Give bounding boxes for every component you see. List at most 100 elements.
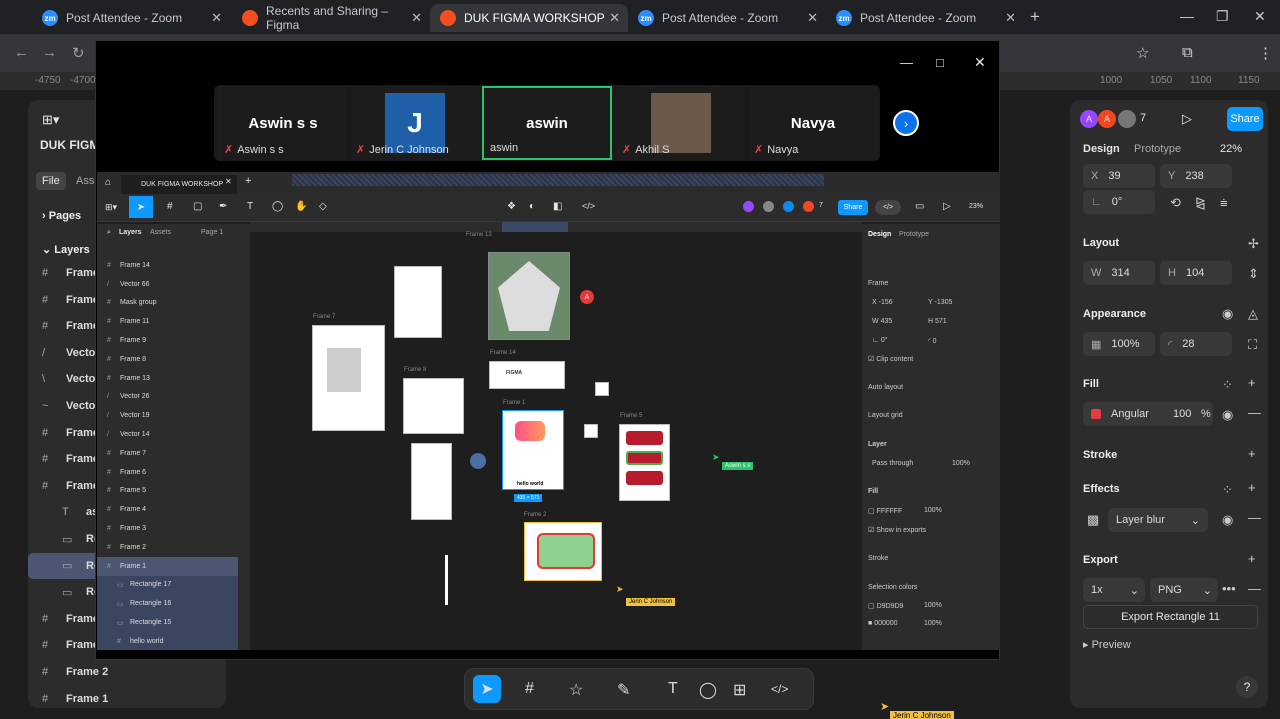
- layer-item[interactable]: # Frame 9: [97, 331, 238, 350]
- x-field[interactable]: X 39: [1083, 164, 1155, 188]
- frame-line[interactable]: [445, 555, 448, 605]
- share-button[interactable]: Share: [838, 200, 868, 215]
- boolean-icon[interactable]: ◧: [553, 201, 562, 212]
- bookmark-icon[interactable]: ☆: [1136, 44, 1149, 62]
- reload-icon[interactable]: ↻: [72, 44, 85, 62]
- fill-field[interactable]: Angular 100%: [1083, 402, 1213, 426]
- tab-file[interactable]: File: [36, 172, 66, 190]
- remove-export-icon[interactable]: —: [1248, 581, 1261, 596]
- add-effect-icon[interactable]: +: [1248, 480, 1256, 495]
- frame-tool-icon[interactable]: #: [167, 201, 173, 212]
- layers-header[interactable]: ⌄ Layers: [42, 243, 90, 256]
- constrain-proportions-icon[interactable]: ⇕: [1248, 266, 1259, 282]
- layer-opacity[interactable]: 100%: [952, 460, 970, 467]
- zoom-level[interactable]: 22%: [1220, 143, 1242, 155]
- participant-tile[interactable]: ✗ Akhil S: [616, 86, 746, 160]
- pen-tool-icon[interactable]: ✒: [219, 201, 227, 212]
- layer-item[interactable]: # Frame 8: [97, 350, 238, 369]
- avatar[interactable]: A: [1098, 110, 1116, 128]
- participant-tile[interactable]: Aswin s s ✗ Aswin s s: [218, 86, 348, 160]
- text-tool-icon[interactable]: T: [668, 680, 678, 698]
- tab-prototype[interactable]: Prototype: [899, 231, 929, 238]
- preview-toggle[interactable]: ▸ Preview: [1083, 638, 1131, 651]
- layer-item[interactable]: / Vector 26: [97, 388, 238, 407]
- blend-icon[interactable]: ◬: [1248, 306, 1258, 322]
- present-icon[interactable]: ▷: [1182, 111, 1192, 127]
- comment-tool-icon[interactable]: ◯: [272, 201, 283, 212]
- home-icon[interactable]: ⌂: [105, 177, 111, 188]
- tab-design[interactable]: Design: [868, 231, 891, 238]
- add-fill-icon[interactable]: +: [1248, 375, 1256, 390]
- export-button[interactable]: Export Rectangle 11: [1083, 605, 1258, 629]
- tab-zoom-2[interactable]: zm Post Attendee - Zoom ✕: [628, 4, 826, 32]
- maximize-icon[interactable]: □: [936, 55, 944, 70]
- remove-effect-icon[interactable]: —: [1248, 510, 1261, 525]
- extensions-icon[interactable]: ⧉: [1182, 44, 1193, 61]
- mask-icon[interactable]: ◐: [529, 201, 535, 212]
- figma-menu-icon[interactable]: ⊞▾: [42, 112, 59, 128]
- comment-tool-icon[interactable]: ◯: [699, 680, 717, 700]
- layer-item[interactable]: ▭ Rectangle 15: [97, 613, 238, 632]
- new-tab-icon[interactable]: +: [245, 175, 251, 187]
- close-icon[interactable]: ✕: [225, 177, 232, 186]
- pen-tool-icon[interactable]: ✎: [617, 680, 630, 700]
- flip-vertical-icon[interactable]: ⩧: [1220, 195, 1228, 211]
- frame-small[interactable]: [584, 424, 598, 438]
- close-icon[interactable]: ✕: [211, 10, 222, 26]
- minimize-icon[interactable]: —: [1180, 8, 1194, 24]
- library-icon[interactable]: ▭: [915, 201, 924, 212]
- move-tool-icon[interactable]: ➤: [129, 196, 153, 218]
- layer-item[interactable]: # Frame 1: [28, 686, 226, 712]
- layer-item[interactable]: / Vector 19: [97, 406, 238, 425]
- maximize-icon[interactable]: ❐: [1216, 8, 1229, 25]
- layer-item[interactable]: # Frame 5: [97, 482, 238, 501]
- back-icon[interactable]: ←: [14, 44, 29, 61]
- tab-assets[interactable]: Assets: [150, 229, 171, 236]
- frame-tool-icon[interactable]: #: [525, 680, 534, 698]
- dev-mode-toggle[interactable]: </>: [875, 200, 901, 215]
- collaborator-count[interactable]: 7: [1140, 112, 1146, 124]
- layer-item[interactable]: # Frame 13: [97, 369, 238, 388]
- layer-item[interactable]: # Frame 6: [97, 463, 238, 482]
- export-format-select[interactable]: PNG ⌄: [1150, 578, 1218, 602]
- close-icon[interactable]: ✕: [609, 10, 620, 26]
- avatar[interactable]: [1118, 110, 1136, 128]
- y-field[interactable]: Y 238: [1160, 164, 1232, 188]
- close-window-icon[interactable]: ✕: [1254, 8, 1266, 25]
- clip-content-checkbox[interactable]: ☑ Clip content: [868, 355, 913, 363]
- avatar[interactable]: [803, 201, 814, 212]
- effect-settings-icon[interactable]: ▩: [1087, 512, 1099, 528]
- inner-canvas[interactable]: Frame 13 A Frame 7 Frame 8 Frame 14 FIGM…: [250, 232, 856, 650]
- frame-8[interactable]: [403, 378, 464, 434]
- remove-fill-icon[interactable]: —: [1248, 405, 1261, 420]
- page-select[interactable]: Page 1: [201, 229, 223, 236]
- tab-figma-workshop[interactable]: DUK FIGMA WORKSHOP – Figma✕: [430, 4, 628, 32]
- move-tool-icon[interactable]: ➤: [473, 675, 501, 703]
- menu-icon[interactable]: ⊞▾: [105, 202, 117, 213]
- minimize-icon[interactable]: —: [900, 55, 913, 70]
- frame-2[interactable]: [524, 522, 602, 581]
- search-icon[interactable]: ⌕: [107, 229, 111, 237]
- component-icon[interactable]: ❖: [507, 201, 516, 212]
- layout-grid-header[interactable]: Layout grid: [868, 412, 903, 419]
- auto-layout-icon[interactable]: ✢: [1248, 236, 1259, 252]
- frame-select[interactable]: Frame: [868, 280, 888, 287]
- styles-icon[interactable]: ⁘: [1222, 482, 1233, 498]
- add-export-icon[interactable]: +: [1248, 551, 1256, 566]
- layer-item[interactable]: # Frame 2: [97, 538, 238, 557]
- zoom-level[interactable]: 23%: [969, 203, 983, 210]
- help-icon[interactable]: ?: [1236, 676, 1258, 698]
- layer-item[interactable]: # Frame 3: [97, 519, 238, 538]
- tab-figma-recents[interactable]: Recents and Sharing – Figma ✕: [232, 4, 430, 32]
- layer-item[interactable]: # Frame 2: [28, 659, 226, 685]
- close-icon[interactable]: ✕: [411, 10, 422, 26]
- shape-tool-icon[interactable]: ☆: [569, 680, 583, 700]
- forward-icon[interactable]: →: [42, 44, 57, 61]
- avatar[interactable]: A: [1080, 110, 1098, 128]
- layer-item[interactable]: / Vector 66: [97, 275, 238, 294]
- frame-1-selected[interactable]: hello world: [502, 410, 564, 490]
- layer-item[interactable]: # Frame 11: [97, 312, 238, 331]
- layer-item[interactable]: # Mask group: [97, 294, 238, 313]
- dev-mode-icon[interactable]: </>: [771, 682, 788, 696]
- avatar[interactable]: [743, 201, 754, 212]
